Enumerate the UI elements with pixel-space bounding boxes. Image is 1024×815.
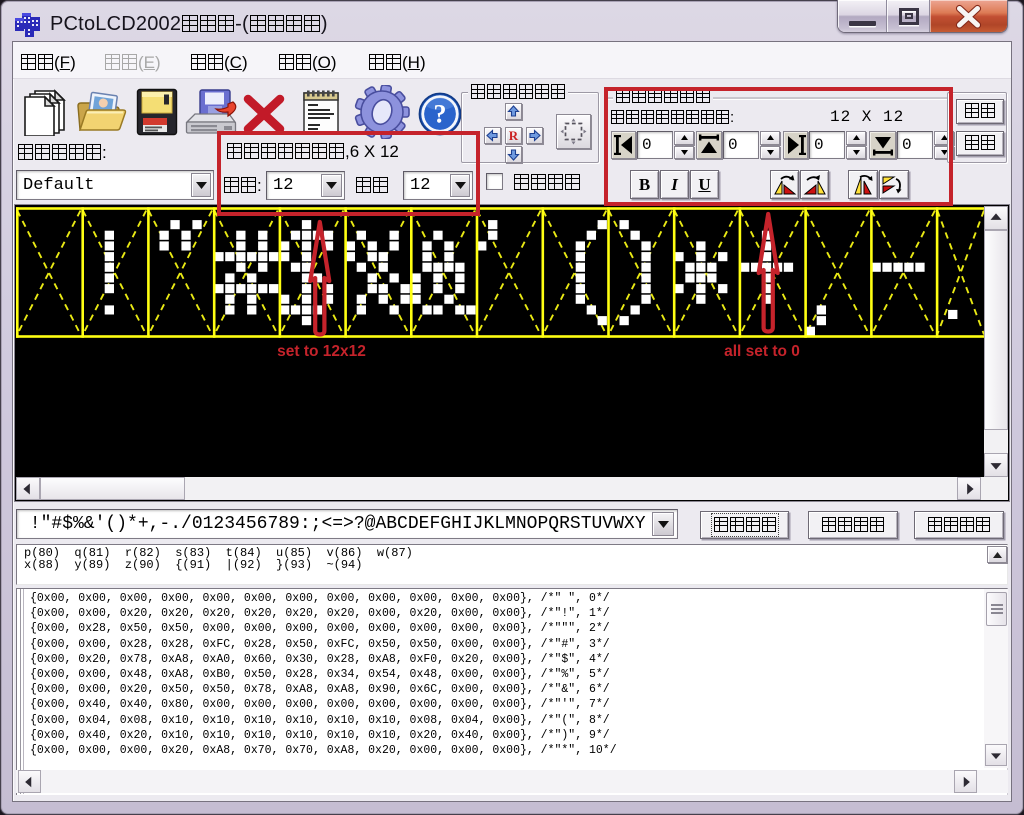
svg-text:set to 12x12: set to 12x12 [277, 343, 366, 360]
svg-text:?: ? [434, 100, 447, 129]
svg-text:all set to 0: all set to 0 [724, 343, 800, 360]
